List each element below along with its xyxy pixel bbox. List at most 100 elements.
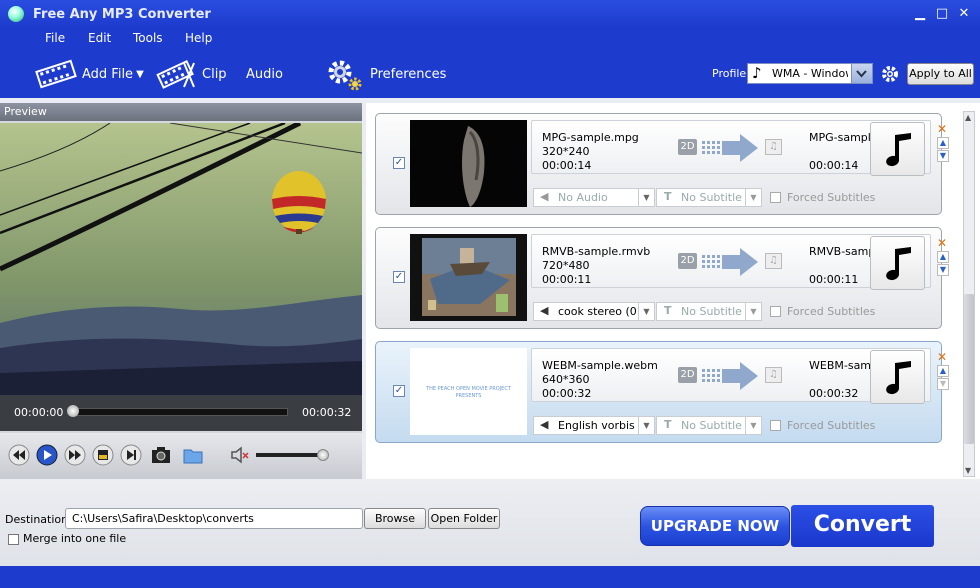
- chevron-down-icon[interactable]: ▼: [638, 189, 654, 206]
- window-title: Free Any MP3 Converter: [33, 7, 211, 22]
- chevron-down-icon[interactable]: ▼: [638, 417, 654, 434]
- subtitle-select[interactable]: T No Subtitle ▼: [656, 188, 762, 207]
- bottom-bar: Destination: C:\Users\Safira\Desktop\con…: [0, 479, 980, 566]
- add-file-button[interactable]: Add File ▼: [34, 50, 144, 98]
- scroll-down-icon[interactable]: ▼: [965, 466, 971, 475]
- merge-checkbox[interactable]: [8, 534, 19, 545]
- profile-dropdown-arrow[interactable]: [851, 64, 872, 83]
- file-item[interactable]: ✓ THE PEACH OPEN MOVIE PROJECT PRESENTS …: [375, 341, 942, 443]
- output-format-button[interactable]: [870, 236, 925, 290]
- profile-select[interactable]: ♪ WMA - Windows Media Audio: [747, 63, 873, 84]
- toolbar: Add File ▼ Clip Audio Preferences Profil…: [0, 50, 980, 98]
- seek-handle[interactable]: [67, 405, 79, 417]
- profile-settings-gear-icon[interactable]: [880, 64, 900, 84]
- fast-forward-icon[interactable]: [64, 444, 86, 466]
- convert-button[interactable]: Convert: [791, 505, 934, 547]
- title-bar: Free Any MP3 Converter ▁ □ ✕: [0, 0, 980, 28]
- delete-icon[interactable]: ✕: [937, 351, 949, 363]
- stop-icon[interactable]: [92, 444, 114, 466]
- folder-icon[interactable]: [182, 444, 204, 466]
- rewind-icon[interactable]: [8, 444, 30, 466]
- move-up-icon[interactable]: ▲: [937, 251, 949, 263]
- total-time: 00:00:32: [302, 406, 352, 419]
- chevron-down-icon[interactable]: ▼: [745, 189, 761, 206]
- forced-subtitles-checkbox[interactable]: [770, 420, 781, 431]
- forced-subtitles-checkbox[interactable]: [770, 306, 781, 317]
- menu-file[interactable]: File: [45, 31, 65, 45]
- audio-track-select[interactable]: ◀ cook stereo (0: ▼: [533, 302, 655, 321]
- apply-to-all-button[interactable]: Apply to All: [907, 63, 974, 85]
- move-up-icon[interactable]: ▲: [937, 137, 949, 149]
- volume-mute-icon[interactable]: [229, 444, 251, 466]
- music-note-icon: [886, 361, 911, 395]
- output-duration: 00:00:32: [809, 387, 859, 400]
- subtitle-select[interactable]: T No Subtitle ▼: [656, 302, 762, 321]
- item-actions: ✕ ▲ ▼: [937, 237, 951, 277]
- open-folder-button[interactable]: Open Folder: [428, 508, 500, 529]
- maximize-button[interactable]: □: [934, 6, 950, 22]
- move-down-icon[interactable]: ▼: [937, 264, 949, 276]
- play-icon[interactable]: [36, 444, 58, 466]
- upgrade-now-button[interactable]: UPGRADE NOW: [640, 506, 790, 546]
- browse-button[interactable]: Browse: [364, 508, 426, 529]
- forced-subtitles-label: Forced Subtitles: [787, 419, 876, 432]
- preferences-button[interactable]: Preferences: [324, 50, 446, 98]
- 2d-badge: 2D: [678, 139, 697, 155]
- file-item[interactable]: ✓ MPG-sample.mpg 320*240 00:00:14 2D ♫ M…: [375, 113, 942, 215]
- volume-handle[interactable]: [317, 449, 329, 461]
- scrollbar-thumb[interactable]: [964, 294, 974, 444]
- source-duration: 00:00:11: [542, 273, 592, 286]
- audio-track-select[interactable]: ◀ No Audio ▼: [533, 188, 655, 207]
- vertical-scrollbar[interactable]: ▲ ▼: [963, 111, 975, 477]
- subtitle-select[interactable]: T No Subtitle ▼: [656, 416, 762, 435]
- output-filename: RMVB-sample.wma: [809, 245, 871, 258]
- subtitle-value: No Subtitle: [681, 419, 742, 432]
- seek-slider[interactable]: [70, 408, 288, 416]
- music-note-icon: [886, 247, 911, 281]
- menu-edit[interactable]: Edit: [88, 31, 111, 45]
- chevron-down-icon[interactable]: ▼: [638, 303, 654, 320]
- move-down-icon[interactable]: ▼: [937, 378, 949, 390]
- speaker-icon: ◀: [540, 418, 549, 431]
- delete-icon[interactable]: ✕: [937, 237, 949, 249]
- minimize-button[interactable]: ▁: [912, 6, 928, 22]
- forced-subtitles-checkbox[interactable]: [770, 192, 781, 203]
- merge-label: Merge into one file: [23, 532, 127, 545]
- seek-bar-area: 00:00:00 00:00:32: [0, 395, 362, 431]
- file-item[interactable]: ✓ RMVB-sample.rmvb 720*480 00:00:11 2D ♫…: [375, 227, 942, 329]
- app-logo-icon: [8, 6, 24, 22]
- convert-arrow-icon: [702, 248, 758, 276]
- chevron-down-icon[interactable]: ▼: [745, 303, 761, 320]
- scroll-up-icon[interactable]: ▲: [965, 113, 971, 122]
- chevron-down-icon[interactable]: ▼: [136, 69, 144, 80]
- delete-icon[interactable]: ✕: [937, 123, 949, 135]
- output-format-button[interactable]: [870, 122, 925, 176]
- destination-input[interactable]: C:\Users\Safira\Desktop\converts: [65, 508, 363, 529]
- chevron-down-icon[interactable]: ▼: [745, 417, 761, 434]
- text-icon: T: [664, 304, 672, 317]
- file-checkbox[interactable]: ✓: [393, 385, 405, 397]
- output-duration: 00:00:14: [809, 159, 859, 172]
- volume-slider[interactable]: [256, 453, 324, 457]
- next-frame-icon[interactable]: [120, 444, 142, 466]
- profile-value: WMA - Windows Media Audio: [772, 67, 848, 80]
- 2d-badge: 2D: [678, 367, 697, 383]
- file-checkbox[interactable]: ✓: [393, 157, 405, 169]
- move-down-icon[interactable]: ▼: [937, 150, 949, 162]
- status-bar: [0, 566, 980, 588]
- camera-icon[interactable]: [150, 444, 172, 466]
- menu-help[interactable]: Help: [185, 31, 212, 45]
- file-checkbox[interactable]: ✓: [393, 271, 405, 283]
- menu-tools[interactable]: Tools: [133, 31, 163, 45]
- clip-button[interactable]: Clip: [156, 50, 227, 98]
- close-button[interactable]: ✕: [956, 6, 972, 22]
- move-up-icon[interactable]: ▲: [937, 365, 949, 377]
- output-duration: 00:00:11: [809, 273, 859, 286]
- playback-controls: [0, 433, 362, 479]
- audio-track-value: English vorbis r: [558, 419, 636, 432]
- audio-button[interactable]: Audio: [246, 50, 283, 98]
- convert-arrow-icon: [702, 362, 758, 390]
- source-resolution: 720*480: [542, 259, 590, 272]
- output-format-button[interactable]: [870, 350, 925, 404]
- audio-track-select[interactable]: ◀ English vorbis r ▼: [533, 416, 655, 435]
